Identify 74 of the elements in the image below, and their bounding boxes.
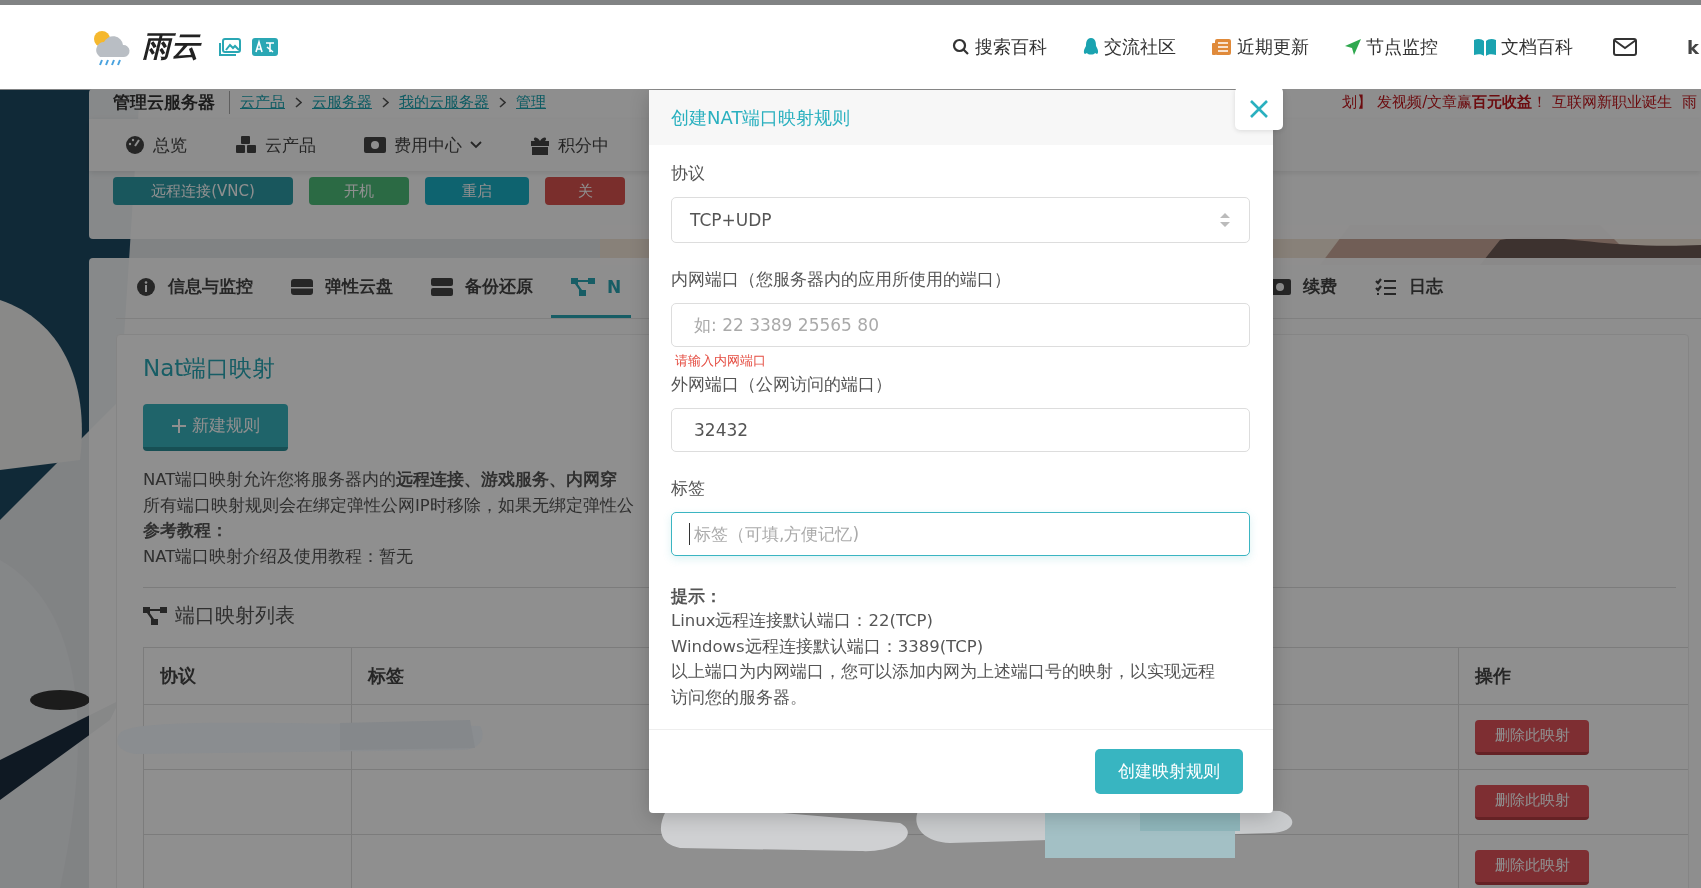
field-label: 内网端口（您服务器内的应用所使用的端口） [671, 268, 1012, 291]
tutorial-heading: 参考教程： [143, 520, 228, 542]
penguin-icon [1083, 37, 1099, 57]
delete-button[interactable]: 删除此映射 [1475, 719, 1589, 755]
description-text: NAT端口映射允许您将服务器内的远程连接、游戏服务、内网穿 [143, 469, 618, 491]
logo-text[interactable]: 雨云 [142, 27, 200, 67]
text-cursor [689, 523, 690, 545]
tab[interactable]: 弹性云盘 [291, 258, 393, 318]
sort-icon [1219, 212, 1231, 228]
translate-icon[interactable] [252, 38, 278, 56]
delete-button[interactable]: 删除此映射 [1475, 784, 1589, 820]
chevron-icon [382, 96, 389, 108]
notice-text[interactable]: 雨 [1682, 92, 1697, 112]
network-icon [143, 605, 167, 626]
protocol-select[interactable]: TCP+UDP [671, 197, 1250, 243]
location-arrow-icon [1345, 39, 1361, 55]
cubes-icon [235, 135, 257, 155]
gauge-icon [125, 135, 145, 155]
search-icon [952, 38, 970, 56]
field-label: 标签 [671, 477, 706, 500]
newspaper-icon [1212, 38, 1232, 56]
gift-icon [530, 135, 550, 155]
tip-text: Linux远程连接默认端口：22(TCP) [671, 610, 934, 632]
input-field[interactable]: 32432 [671, 408, 1250, 452]
close-icon [1249, 98, 1269, 119]
action-button[interactable]: 远程连接(VNC) [113, 177, 293, 205]
breadcrumb-link[interactable]: 云服务器 [312, 92, 372, 112]
field-label: 协议 [671, 162, 706, 185]
nav-link[interactable]: 近期更新 [1212, 35, 1309, 59]
breadcrumb-link[interactable]: 我的云服务器 [399, 92, 489, 112]
tab[interactable]: 信息与监控 [136, 258, 253, 318]
action-button[interactable]: 关 [545, 177, 625, 205]
tutorial-text: NAT端口映射介绍及使用教程：暂无 [143, 545, 414, 568]
page-title: 管理云服务器 [113, 90, 230, 114]
nav-link[interactable]: 文档百科 [1474, 35, 1573, 59]
chevron-icon [295, 96, 302, 108]
menu-item[interactable]: 总览 [125, 133, 187, 157]
input-field[interactable]: 标签（可填,方便记忆) [671, 512, 1250, 556]
column-header: 操作 [1458, 648, 1688, 704]
menu-item[interactable]: 费用中心 [364, 133, 482, 157]
book-icon [1474, 38, 1496, 56]
notice-text[interactable]: 划】 发视频/文章赢百元收益！ 互联网新职业诞生 [1342, 92, 1672, 112]
menu-item[interactable]: 积分中 [530, 133, 609, 157]
error-message: 请输入内网端口 [675, 352, 767, 370]
tab[interactable]: 备份还原 [431, 258, 533, 318]
checklist-icon [1375, 277, 1398, 296]
money-icon [364, 137, 386, 153]
image-icon[interactable] [218, 37, 242, 57]
nav-link[interactable]: 节点监控 [1345, 35, 1438, 59]
caret-icon [470, 141, 482, 149]
breadcrumb-link[interactable]: 云产品 [240, 92, 285, 112]
nav-link[interactable]: 交流社区 [1083, 35, 1176, 59]
info-icon [136, 276, 156, 297]
mail-icon[interactable] [1613, 38, 1637, 56]
close-button[interactable] [1235, 87, 1283, 130]
network-icon [571, 276, 595, 297]
chevron-icon [499, 96, 506, 108]
menu-item[interactable]: 云产品 [235, 133, 316, 157]
tips-title: 提示： [671, 586, 723, 608]
description-text: 所有端口映射规则会在绑定弹性公网IP时移除，如果无绑定弹性公 [143, 494, 634, 517]
create-rule-button[interactable]: 创建映射规则 [1095, 749, 1243, 794]
column-header: 协议 [143, 648, 351, 704]
breadcrumb-link[interactable]: 管理 [516, 92, 546, 112]
section-title: Nat端口映射 [143, 354, 276, 383]
server-icon [431, 277, 453, 296]
plus-icon [171, 418, 186, 433]
tab[interactable]: 日志 [1375, 258, 1444, 318]
delete-button[interactable]: 删除此映射 [1475, 849, 1589, 885]
hard-drive-icon [291, 277, 313, 296]
nav-link[interactable]: 搜索百科 [952, 35, 1047, 59]
user-name[interactable]: k [1687, 36, 1701, 58]
section-title: 端口映射列表 [175, 602, 295, 629]
field-label: 外网端口（公网访问的端口） [671, 373, 893, 396]
dialog-title: 创建NAT端口映射规则 [671, 105, 851, 130]
